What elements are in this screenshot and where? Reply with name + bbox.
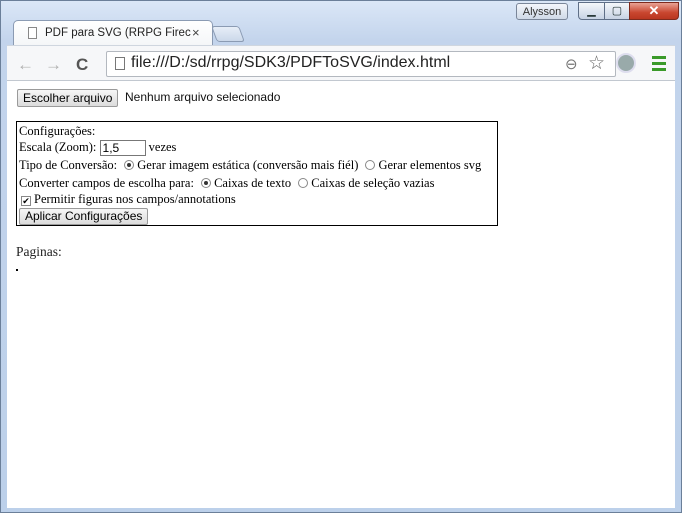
scale-label: Escala (Zoom): [19, 140, 97, 154]
settings-panel: Configurações: Escala (Zoom): 1,5 vezes … [16, 121, 498, 226]
address-bar[interactable]: file:///D:/sd/rrpg/SDK3/PDFToSVG/index.h… [106, 51, 616, 77]
pages-container [16, 269, 18, 271]
radio-text-boxes-label: Caixas de texto [214, 176, 292, 190]
conversion-label: Tipo de Conversão: [19, 158, 118, 172]
menu-hamburger-icon[interactable] [652, 56, 666, 74]
radio-static-image[interactable] [124, 160, 135, 170]
reload-icon[interactable]: C [76, 55, 88, 75]
page-content: Escolher arquivo Nenhum arquivo selecion… [7, 81, 675, 508]
url-text[interactable]: file:///D:/sd/rrpg/SDK3/PDFToSVG/index.h… [131, 54, 450, 72]
file-status-text: Nenhum arquivo selecionado [125, 90, 281, 104]
zoom-icon[interactable]: ⊖ [565, 55, 578, 73]
forward-arrow-icon[interactable]: → [45, 55, 62, 75]
scale-unit: vezes [148, 140, 177, 154]
radio-empty-select[interactable] [298, 178, 309, 188]
allow-figures-checkbox[interactable]: ✔ [21, 196, 31, 206]
fields-row: Converter campos de escolha para: Caixas… [19, 176, 434, 191]
back-arrow-icon[interactable]: ← [17, 55, 34, 75]
profile-badge[interactable]: Alysson [516, 3, 568, 20]
close-window-button[interactable]: ✕ [629, 2, 679, 20]
allow-figures-label: Permitir figuras nos campos/annotations [34, 192, 236, 206]
minimize-button[interactable]: ▁ [578, 2, 605, 20]
extension-icon[interactable] [616, 53, 636, 73]
fields-label: Converter campos de escolha para: [19, 176, 194, 190]
browser-toolbar: ← → C file:///D:/sd/rrpg/SDK3/PDFToSVG/i… [7, 45, 675, 81]
radio-svg-elements[interactable] [365, 160, 376, 170]
pages-label: Paginas: [16, 244, 62, 259]
maximize-button[interactable]: ▢ [604, 2, 630, 20]
settings-heading: Configurações: [19, 124, 96, 138]
document-icon [28, 27, 37, 39]
choose-file-button[interactable]: Escolher arquivo [17, 89, 119, 107]
apply-settings-button[interactable]: Aplicar Configurações [19, 208, 149, 225]
conversion-row: Tipo de Conversão: Gerar imagem estática… [19, 158, 481, 173]
browser-tab[interactable]: PDF para SVG (RRPG Firec × [13, 20, 213, 46]
radio-static-image-label: Gerar imagem estática (conversão mais fi… [137, 158, 359, 172]
tab-close-icon[interactable]: × [192, 25, 200, 40]
scale-input[interactable]: 1,5 [99, 140, 146, 157]
allow-figures-row: ✔ Permitir figuras nos campos/annotations [17, 192, 236, 207]
radio-text-boxes[interactable] [201, 178, 212, 188]
bookmark-star-icon[interactable]: ☆ [588, 52, 605, 75]
browser-window: PDF para SVG (RRPG Firec × Alysson ▁ ▢ ✕… [0, 0, 682, 513]
scale-row: Escala (Zoom): 1,5 vezes [19, 140, 177, 157]
title-bar: PDF para SVG (RRPG Firec × Alysson ▁ ▢ ✕ [1, 1, 681, 46]
new-tab-button[interactable] [211, 26, 245, 42]
tab-title: PDF para SVG (RRPG Firec [45, 27, 191, 39]
radio-svg-elements-label: Gerar elementos svg [378, 158, 482, 172]
page-icon [115, 57, 125, 70]
radio-empty-select-label: Caixas de seleção vazias [311, 176, 435, 190]
